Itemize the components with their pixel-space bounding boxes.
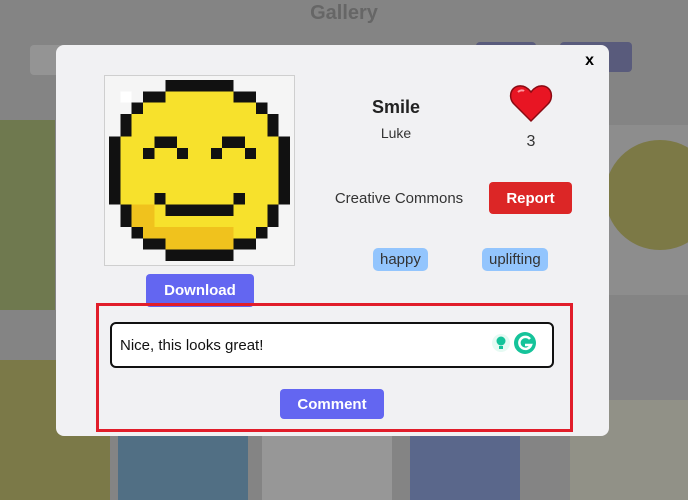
artwork-author[interactable]: Luke — [341, 125, 451, 141]
artwork-title: Smile — [371, 97, 421, 117]
report-button[interactable]: Report — [489, 182, 572, 214]
grammar-extension-icons[interactable] — [487, 328, 543, 358]
pixel-smiley-icon — [109, 80, 290, 261]
license-label: Creative Commons — [334, 190, 464, 207]
heart-icon[interactable] — [509, 83, 553, 123]
artwork-modal: x Download Smile Luke 3 Creative Commons… — [56, 45, 609, 436]
close-button[interactable]: x — [585, 52, 594, 70]
artwork-image — [104, 75, 295, 266]
comment-button[interactable]: Comment — [280, 389, 384, 419]
tag-happy[interactable]: happy — [373, 248, 428, 271]
like-count: 3 — [526, 133, 536, 150]
tag-uplifting[interactable]: uplifting — [482, 248, 548, 271]
